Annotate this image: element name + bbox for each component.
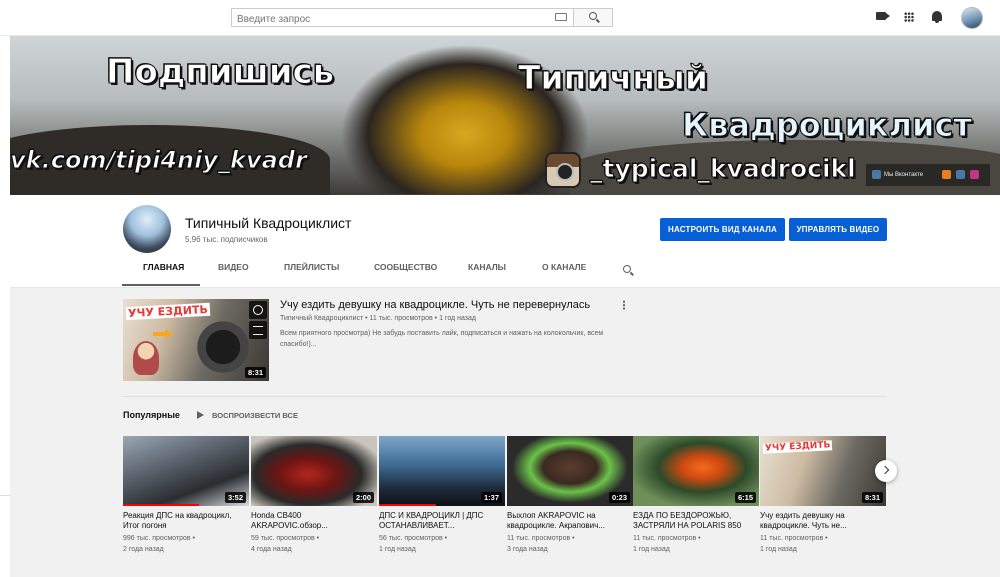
video-date: 2 года назад [123,546,164,553]
video-duration: 1:37 [480,492,502,503]
tab-playlists[interactable]: ПЛЕЙЛИСТЫ [284,262,339,272]
odnoklassniki-icon[interactable] [942,170,951,179]
video-thumbnail[interactable]: 6:15 [633,436,759,506]
banner-subscribe-text: Подпишись [105,52,335,93]
video-duration: 3:52 [224,492,246,503]
tab-videos[interactable]: ВИДЕО [218,262,249,272]
active-tab-indicator [122,284,200,286]
video-views: 996 тыс. просмотров • [123,535,195,542]
featured-video-meta: Типичный Квадроциклист • 11 тыс. просмот… [280,315,476,322]
search-icon [589,12,597,20]
channel-search-icon[interactable] [623,265,631,273]
video-duration: 2:00 [352,492,374,503]
instagram-icon [545,152,581,188]
vk-icon[interactable] [872,170,881,179]
video-title[interactable]: ДПС И КВАДРОЦИКЛ | ДПС ОСТАНАВЛИВАЕТ... [379,511,505,531]
watch-progress-bar [123,504,199,506]
watch-later-icon[interactable] [249,301,267,319]
customize-channel-button[interactable]: НАСТРОИТЬ ВИД КАНАЛА [660,218,785,241]
social-label[interactable]: Мы Вконтакте [884,172,923,178]
video-thumbnail[interactable]: УЧУ ЕЗДИТЬ 8:31 [760,436,886,506]
video-thumbnail[interactable]: 1:37 [379,436,505,506]
video-views: 56 тыс. просмотров • [379,535,448,542]
thumbnail-caption: УЧУ ЕЗДИТЬ [762,440,833,454]
carousel-next-button[interactable] [875,460,897,482]
more-options-icon[interactable] [623,300,625,310]
video-views: 11 тыс. просмотров • [633,535,701,542]
instagram-small-icon[interactable] [970,170,979,179]
video-duration: 6:15 [734,492,756,503]
video-date: 3 года назад [507,546,548,553]
arrow-graphic [153,329,173,339]
video-thumbnail[interactable]: 0:23 [507,436,633,506]
video-views: 11 тыс. просмотров • [760,535,828,542]
banner-title-line1: Типичный [518,58,709,98]
channel-name: Типичный Квадроциклист [185,215,352,231]
cartoon-character-graphic [133,341,159,375]
video-date: 1 год назад [379,546,416,553]
video-date: 1 год назад [633,546,670,553]
tab-about[interactable]: О КАНАЛЕ [542,262,586,272]
video-date: 1 год назад [760,546,797,553]
notifications-bell-icon[interactable] [932,11,942,23]
featured-video-thumbnail[interactable]: УЧУ ЕЗДИТЬ 8:31 [123,299,269,381]
tab-channels[interactable]: КАНАЛЫ [468,262,506,272]
video-title[interactable]: Honda CB400 AKRAPOVIC.обзор... [251,511,377,531]
banner-title-line2: Квадроциклист [682,106,973,145]
banner-social-links: Мы Вконтакте [866,164,990,186]
create-video-icon[interactable] [876,12,890,20]
video-title[interactable]: Учу ездить девушку на квадроцикле. Чуть … [760,511,886,531]
thumbnail-caption: УЧУ ЕЗДИТЬ [125,302,211,321]
popular-section-title: Популярные [123,410,180,420]
apps-grid-icon[interactable] [904,12,914,22]
video-date: 4 года назад [251,546,292,553]
banner-vk-link: vk.com/tipi4niy_kvadr [10,146,307,175]
video-duration: 8:31 [244,367,266,378]
subscriber-count: 5,96 тыс. подписчиков [185,235,268,244]
manage-videos-button[interactable]: УПРАВЛЯТЬ ВИДЕО [789,218,887,241]
video-duration: 0:23 [608,492,630,503]
featured-video-description: Всем приятного просмотра) Не забудь пост… [280,330,604,348]
video-title[interactable]: Реакция ДПС на квадроцикл, Итог погоня [123,511,249,531]
video-title[interactable]: ЕЗДА ПО БЕЗДОРОЖЬЮ, ЗАСТРЯЛИ НА POLARIS … [633,511,759,531]
search-input[interactable] [231,8,573,27]
tab-home[interactable]: ГЛАВНАЯ [143,262,184,272]
video-views: 11 тыс. просмотров • [507,535,575,542]
featured-video-title[interactable]: Учу ездить девушку на квадроцикле. Чуть … [280,299,590,311]
keyboard-icon[interactable] [555,13,567,21]
vk-small-icon[interactable] [956,170,965,179]
account-avatar[interactable] [961,7,983,29]
tab-community[interactable]: СООБЩЕСТВО [374,262,437,272]
page-edge-divider [0,495,10,496]
video-thumbnail[interactable]: 3:52 [123,436,249,506]
top-bar [0,0,1000,36]
video-thumbnail[interactable]: 2:00 [251,436,377,506]
search-button[interactable] [573,8,613,27]
channel-banner: Подпишись Типичный Квадроциклист vk.com/… [10,36,1000,195]
add-to-queue-icon[interactable] [249,321,267,339]
section-divider [123,396,887,397]
banner-instagram-handle: _typical_kvadrocikl [590,154,857,184]
video-views: 59 тыс. просмотров • [251,535,320,542]
video-duration: 8:31 [861,492,883,503]
play-icon[interactable] [197,411,204,419]
play-all-button[interactable]: ВОСПРОИЗВЕСТИ ВСЕ [212,411,298,420]
video-title[interactable]: Выхлоп AKRAPOVIC на квадроцикле. Акрапов… [507,511,633,531]
channel-avatar[interactable] [123,205,171,253]
watch-progress-bar [379,504,436,506]
